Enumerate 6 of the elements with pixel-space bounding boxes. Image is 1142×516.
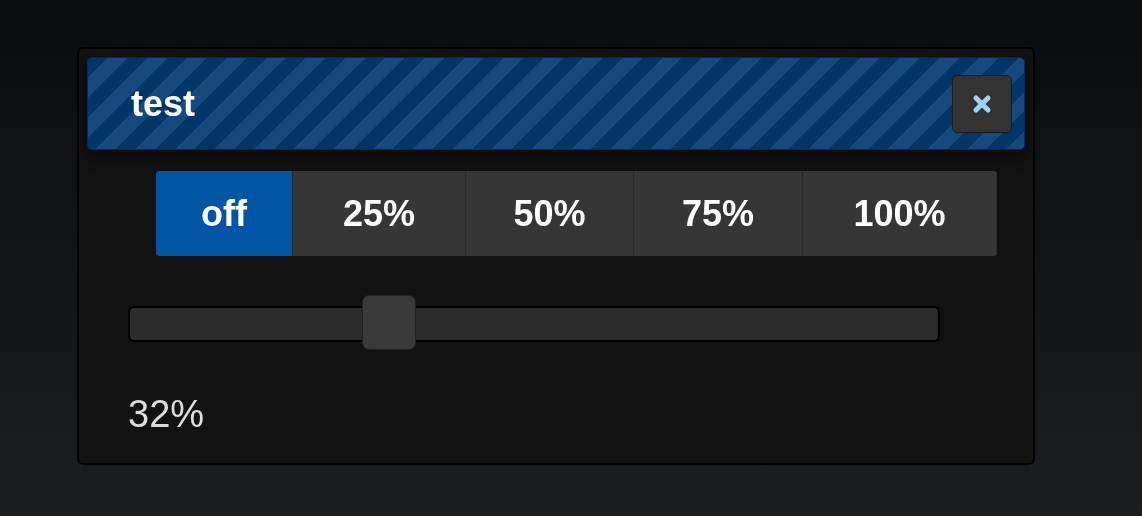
option-tab[interactable]: off xyxy=(156,171,293,256)
slider-handle[interactable] xyxy=(361,295,416,350)
close-icon xyxy=(972,93,992,114)
dialog-title: test xyxy=(131,82,196,125)
value-label: 32% xyxy=(128,393,205,435)
close-button[interactable] xyxy=(952,74,1012,133)
